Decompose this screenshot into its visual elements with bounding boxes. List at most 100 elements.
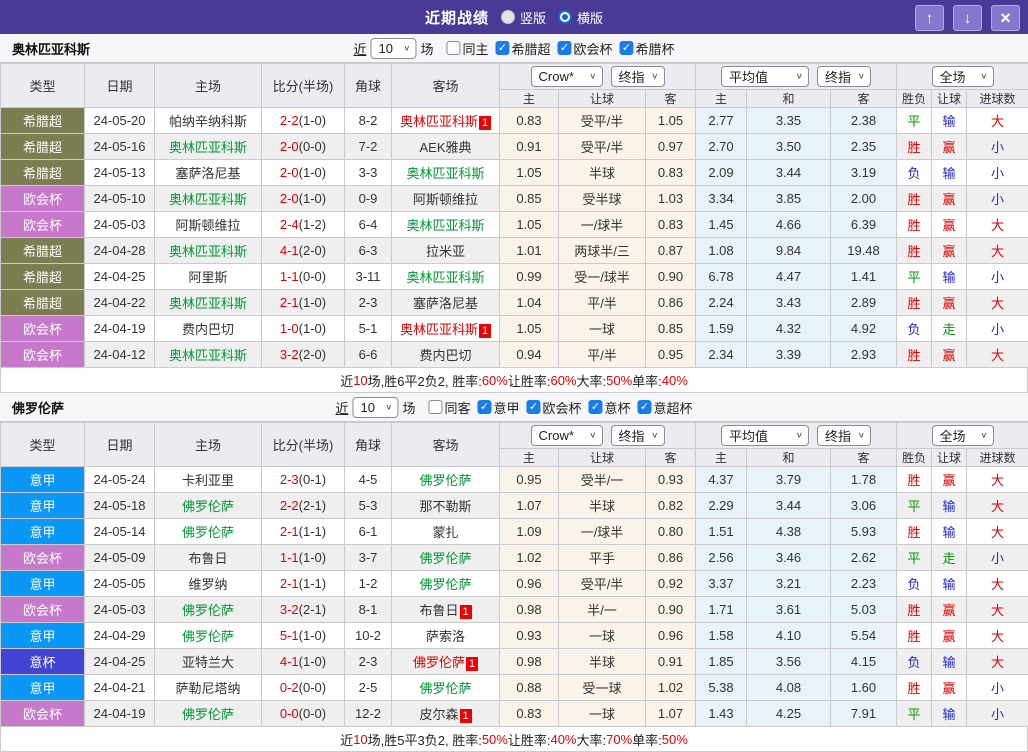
checkbox-checked-icon[interactable]: ✓: [638, 400, 652, 414]
full-match-select[interactable]: 全场 ∨: [932, 425, 994, 446]
home-team-cell[interactable]: 维罗纳: [155, 571, 262, 597]
away-team-name: 奥林匹亚科斯: [406, 166, 484, 181]
away-team-cell[interactable]: 奥林匹亚科斯: [392, 212, 500, 238]
full-time-score: 2-2: [280, 498, 299, 513]
recent-label[interactable]: 近: [335, 398, 348, 417]
match-date-cell: 24-05-09: [85, 545, 155, 571]
home-team-cell[interactable]: 佛罗伦萨: [155, 519, 262, 545]
layout-radio-vertical[interactable]: 竖版: [501, 8, 546, 27]
away-team-cell[interactable]: 费内巴切: [392, 342, 500, 368]
home-team-cell[interactable]: 阿斯顿维拉: [155, 212, 262, 238]
away-team-cell[interactable]: AEK雅典: [392, 134, 500, 160]
checkbox-unchecked-icon[interactable]: [428, 400, 442, 414]
home-team-name: 萨勒尼塔纳: [175, 681, 240, 696]
radio-selected-icon[interactable]: [558, 10, 572, 24]
home-team-cell[interactable]: 奥林匹亚科斯: [155, 290, 262, 316]
score-cell: 0-2(0-0): [262, 675, 345, 701]
away-team-cell[interactable]: 佛罗伦萨: [392, 467, 500, 493]
away-team-cell[interactable]: 佛罗伦萨1: [392, 649, 500, 675]
bookmaker-select[interactable]: Crow* ∨: [531, 66, 603, 87]
home-team-cell[interactable]: 佛罗伦萨: [155, 701, 262, 727]
away-team-cell[interactable]: 塞萨洛尼基: [392, 290, 500, 316]
move-up-button[interactable]: ↑: [915, 5, 944, 31]
home-team-cell[interactable]: 佛罗伦萨: [155, 493, 262, 519]
home-team-cell[interactable]: 佛罗伦萨: [155, 597, 262, 623]
filter-checkbox-欧会杯[interactable]: ✓欧会杯: [558, 39, 613, 58]
away-team-cell[interactable]: 布鲁日1: [392, 597, 500, 623]
away-team-cell[interactable]: 蒙扎: [392, 519, 500, 545]
home-team-cell[interactable]: 奥林匹亚科斯: [155, 238, 262, 264]
away-team-cell[interactable]: 佛罗伦萨: [392, 545, 500, 571]
odds-away-cell: 0.96: [646, 623, 696, 649]
away-team-cell[interactable]: 奥林匹亚科斯1: [392, 316, 500, 342]
home-team-cell[interactable]: 阿里斯: [155, 264, 262, 290]
filter-checkbox-意杯[interactable]: ✓意杯: [589, 398, 631, 417]
checkbox-checked-icon[interactable]: ✓: [477, 400, 491, 414]
home-team-cell[interactable]: 塞萨洛尼基: [155, 160, 262, 186]
close-button[interactable]: ×: [991, 5, 1020, 31]
home-team-cell[interactable]: 奥林匹亚科斯: [155, 342, 262, 368]
filter-checkbox-同主[interactable]: 同主: [446, 39, 488, 58]
away-team-cell[interactable]: 皮尔森1: [392, 701, 500, 727]
home-team-name: 维罗纳: [188, 577, 227, 592]
away-team-cell[interactable]: 拉米亚: [392, 238, 500, 264]
odds-home-cell: 0.94: [500, 342, 559, 368]
result-goals-cell: 大: [967, 238, 1028, 264]
checkbox-checked-icon[interactable]: ✓: [620, 41, 634, 55]
filter-checkbox-欧会杯[interactable]: ✓欧会杯: [527, 398, 582, 417]
filter-checkbox-希腊超[interactable]: ✓希腊超: [496, 39, 551, 58]
home-team-cell[interactable]: 萨勒尼塔纳: [155, 675, 262, 701]
checkbox-unchecked-icon[interactable]: [446, 41, 460, 55]
home-team-name: 塞萨洛尼基: [175, 166, 240, 181]
full-match-select[interactable]: 全场 ∨: [932, 66, 994, 87]
final-odds-select-2[interactable]: 终指 ∨: [817, 66, 871, 87]
filter-checkbox-意甲[interactable]: ✓意甲: [477, 398, 519, 417]
home-team-cell[interactable]: 布鲁日: [155, 545, 262, 571]
bookmaker-select[interactable]: Crow* ∨: [531, 425, 603, 446]
games-count-select[interactable]: 10 ∨: [370, 38, 416, 59]
recent-label[interactable]: 近: [353, 39, 366, 58]
arrow-down-icon: ↓: [964, 10, 972, 27]
checkbox-checked-icon[interactable]: ✓: [496, 41, 510, 55]
match-row: 意杯24-04-25亚特兰大4-1(1-0)2-3佛罗伦萨10.98半球0.91…: [1, 649, 1028, 675]
games-count-value: 10: [378, 41, 392, 56]
competition-type-cell: 欧会杯: [1, 597, 85, 623]
average-select[interactable]: 平均值 ∨: [721, 425, 809, 446]
away-team-cell[interactable]: 奥林匹亚科斯: [392, 264, 500, 290]
score-cell: 2-1(1-1): [262, 519, 345, 545]
home-team-cell[interactable]: 费内巴切: [155, 316, 262, 342]
home-team-cell[interactable]: 奥林匹亚科斯: [155, 186, 262, 212]
final-odds-select-1[interactable]: 终指 ∨: [611, 66, 665, 87]
away-team-cell[interactable]: 佛罗伦萨: [392, 571, 500, 597]
average-select[interactable]: 平均值 ∨: [721, 66, 809, 87]
layout-radio-horizontal[interactable]: 横版: [558, 8, 603, 27]
checkbox-checked-icon[interactable]: ✓: [527, 400, 541, 414]
checkbox-checked-icon[interactable]: ✓: [589, 400, 603, 414]
final-odds-select-1[interactable]: 终指 ∨: [611, 425, 665, 446]
page-title: 近期战绩: [425, 7, 489, 28]
filter-checkbox-希腊杯[interactable]: ✓希腊杯: [620, 39, 675, 58]
home-team-name: 奥林匹亚科斯: [169, 192, 247, 207]
away-team-cell[interactable]: 萨索洛: [392, 623, 500, 649]
games-count-select[interactable]: 10 ∨: [352, 397, 398, 418]
filter-checkbox-同客[interactable]: 同客: [428, 398, 470, 417]
radio-unselected-icon[interactable]: [501, 10, 515, 24]
move-down-button[interactable]: ↓: [953, 5, 982, 31]
home-team-cell[interactable]: 奥林匹亚科斯: [155, 134, 262, 160]
chevron-down-icon: ∨: [796, 72, 803, 81]
home-team-cell[interactable]: 帕纳辛纳科斯: [155, 108, 262, 134]
away-team-cell[interactable]: 佛罗伦萨: [392, 675, 500, 701]
away-team-cell[interactable]: 那不勒斯: [392, 493, 500, 519]
home-team-cell[interactable]: 佛罗伦萨: [155, 623, 262, 649]
checkbox-checked-icon[interactable]: ✓: [558, 41, 572, 55]
away-team-cell[interactable]: 奥林匹亚科斯1: [392, 108, 500, 134]
filter-checkbox-意超杯[interactable]: ✓意超杯: [638, 398, 693, 417]
column-header-away: 客场: [392, 64, 500, 108]
home-team-cell[interactable]: 卡利亚里: [155, 467, 262, 493]
score-cell: 4-1(2-0): [262, 238, 345, 264]
home-team-cell[interactable]: 亚特兰大: [155, 649, 262, 675]
subcolumn-header: 主: [696, 90, 747, 108]
away-team-cell[interactable]: 阿斯顿维拉: [392, 186, 500, 212]
final-odds-select-2[interactable]: 终指 ∨: [817, 425, 871, 446]
away-team-cell[interactable]: 奥林匹亚科斯: [392, 160, 500, 186]
